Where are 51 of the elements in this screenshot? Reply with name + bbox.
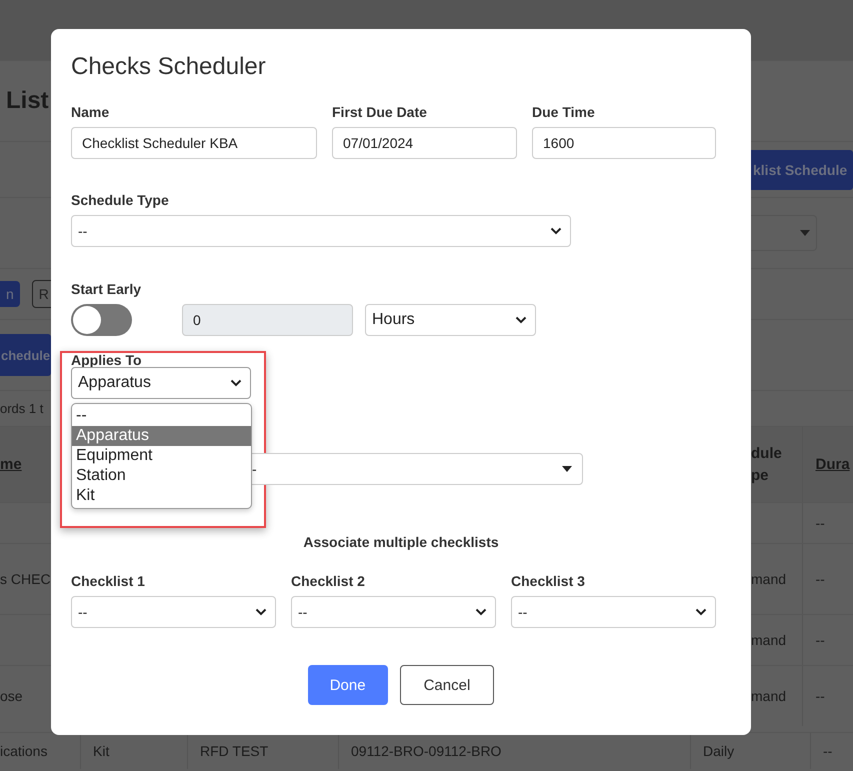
- dialog-title: Checks Scheduler: [71, 52, 267, 82]
- dropdown-option[interactable]: Kit: [72, 486, 251, 506]
- field-label: Schedule Type: [71, 191, 170, 209]
- table-cell: --: [810, 733, 853, 769]
- page-heading: List: [5, 87, 49, 115]
- name-field[interactable]: Checklist Scheduler KBA: [71, 127, 317, 159]
- checklist-select[interactable]: --: [291, 596, 496, 628]
- table-cell: ose: [0, 688, 23, 704]
- column-header: pe: [751, 466, 770, 486]
- table-cell: --: [815, 515, 825, 531]
- dropdown-option[interactable]: Apparatus: [72, 426, 251, 446]
- schedule-type-select[interactable]: --: [71, 215, 571, 247]
- table-cell: --: [815, 571, 825, 587]
- table-cell: mand: [751, 570, 786, 586]
- table-cell: mand: [751, 688, 786, 704]
- done-button[interactable]: Done: [308, 665, 388, 705]
- section-heading: Associate multiple checklists: [302, 533, 500, 551]
- field-label: Applies To: [71, 353, 143, 367]
- unit-select[interactable]: Hours: [365, 304, 536, 336]
- table-cell: mand: [751, 632, 786, 648]
- applies-to-select[interactable]: Apparatus: [71, 367, 251, 399]
- toggle-switch[interactable]: [71, 304, 132, 336]
- field-label: Checklist 3: [511, 572, 586, 590]
- caret-icon: [800, 230, 810, 236]
- chevron-icon: [230, 379, 242, 387]
- amount-field: 0: [182, 304, 353, 336]
- field-label: Start Early: [71, 280, 142, 298]
- table-cell: --: [815, 688, 825, 704]
- checklist-select[interactable]: --: [71, 596, 276, 628]
- checklist-select[interactable]: --: [511, 596, 716, 628]
- chevron-icon: [475, 608, 487, 616]
- chevron-icon: [515, 316, 527, 324]
- field-label: Checklist 2: [291, 572, 366, 590]
- records-info: ords 1 t: [0, 401, 44, 416]
- field-label: First Due Date: [332, 103, 428, 121]
- table-cell: s CHEC: [0, 571, 51, 587]
- column-header: dule: [751, 444, 783, 464]
- chevron-icon: [550, 227, 562, 235]
- field-label: Name: [71, 103, 110, 121]
- date-field[interactable]: 07/01/2024: [332, 127, 517, 159]
- chevron-icon: [695, 608, 707, 616]
- time-field[interactable]: 1600: [532, 127, 716, 159]
- field-label: Checklist 1: [71, 572, 146, 590]
- cancel-button[interactable]: Cancel: [400, 665, 494, 705]
- dropdown-option[interactable]: --: [72, 406, 251, 426]
- dropdown-option[interactable]: Station: [72, 466, 251, 486]
- table-cell: --: [815, 632, 825, 648]
- caret-icon: [562, 466, 572, 472]
- chevron-icon: [255, 608, 267, 616]
- field-label: Due Time: [532, 103, 596, 121]
- table-cell-text: ications: [0, 742, 48, 761]
